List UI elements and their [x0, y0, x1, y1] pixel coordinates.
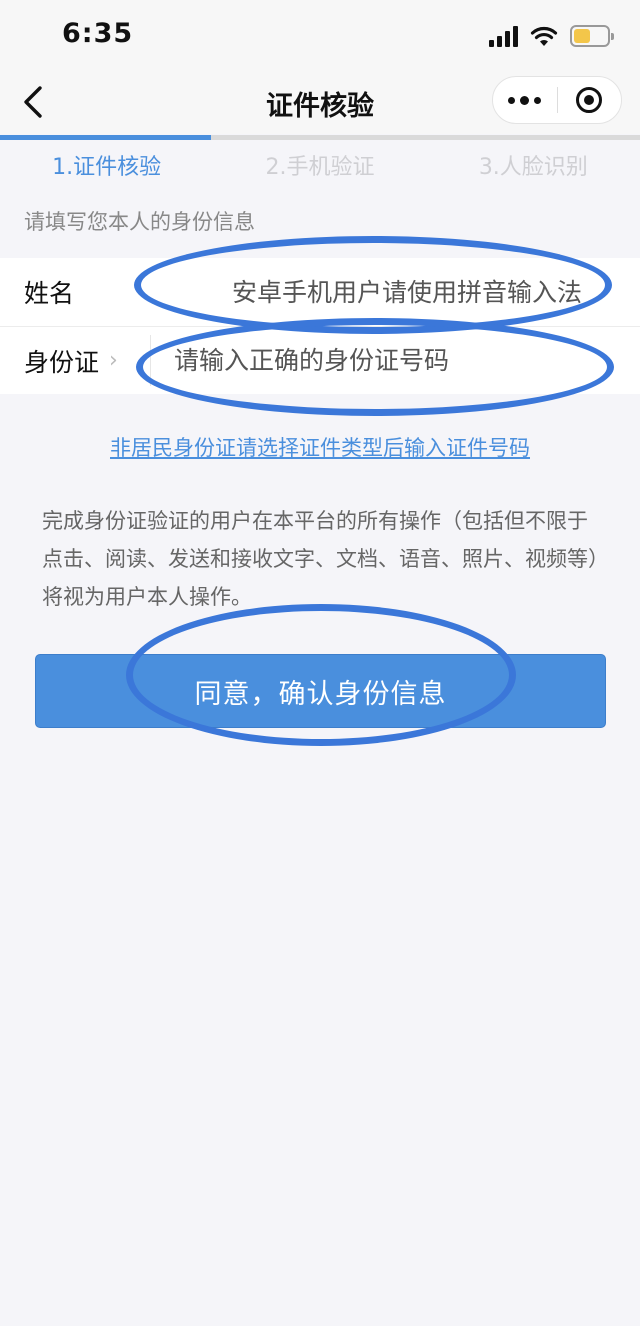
- confirm-identity-button[interactable]: 同意，确认身份信息: [35, 654, 606, 728]
- field-divider: [150, 335, 151, 386]
- name-input[interactable]: [150, 277, 640, 307]
- battery-icon: [570, 25, 614, 47]
- non-resident-id-link[interactable]: 非居民身份证请选择证件类型后输入证件号码: [0, 432, 640, 462]
- status-icons: [489, 22, 614, 50]
- mini-program-capsule: [492, 76, 622, 124]
- step-1: 1.证件核验: [52, 155, 162, 180]
- nav-bar: 证件核验: [0, 70, 640, 134]
- id-number-input[interactable]: [150, 346, 640, 375]
- chevron-right-icon: ›: [109, 348, 118, 373]
- step-3: 3.人脸识别: [478, 155, 588, 180]
- wifi-icon: [530, 26, 558, 46]
- name-label: 姓名: [24, 279, 75, 308]
- form-hint: 请填写您本人的身份信息: [24, 210, 255, 234]
- notice-text: 完成身份证验证的用户在本平台的所有操作（包括但不限于点击、阅读、发送和接收文字、…: [42, 509, 599, 609]
- close-icon[interactable]: [558, 77, 622, 123]
- id-label: 身份证: [24, 347, 100, 377]
- id-row: 身份证 ›: [0, 326, 640, 394]
- status-bar: 6:35: [0, 0, 640, 70]
- identity-form: 姓名 身份证 ›: [0, 258, 640, 394]
- step-2: 2.手机验证: [265, 155, 375, 180]
- signal-icon: [489, 25, 518, 47]
- name-row: 姓名: [0, 258, 640, 326]
- status-time: 6:35: [62, 18, 134, 49]
- more-icon[interactable]: [493, 77, 557, 123]
- step-indicator: 1.证件核验 2.手机验证 3.人脸识别: [0, 140, 640, 196]
- id-type-selector[interactable]: 身份证 ›: [0, 343, 150, 379]
